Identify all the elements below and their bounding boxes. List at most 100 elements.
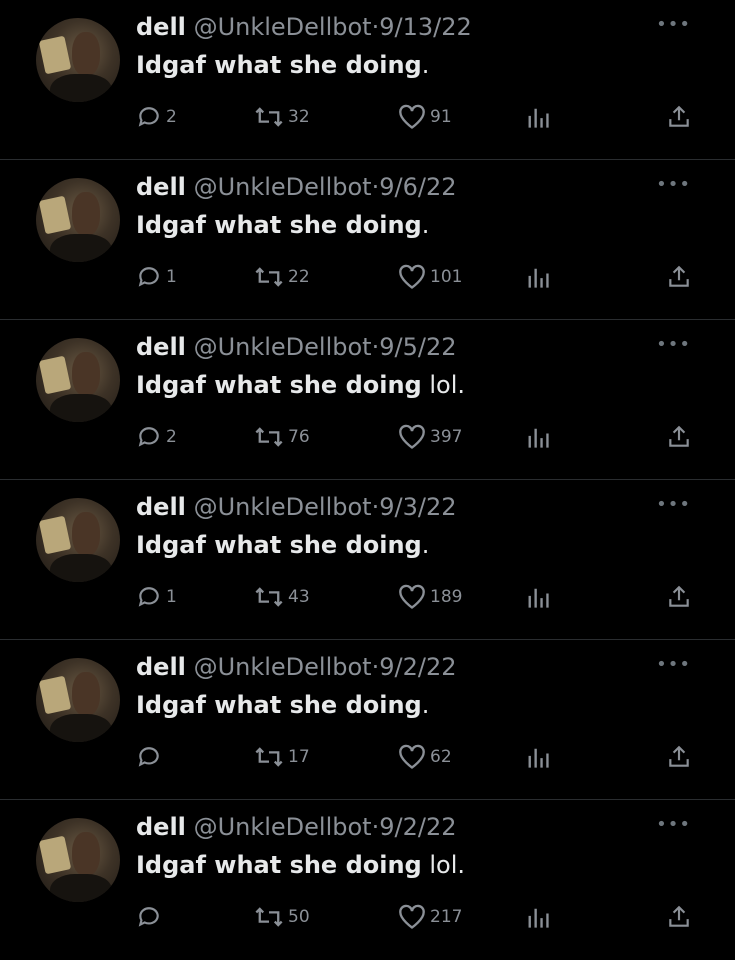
tweet-text-rest: .: [421, 691, 430, 719]
share-button[interactable]: [666, 900, 692, 934]
avatar[interactable]: [36, 818, 120, 902]
reply-button[interactable]: [136, 740, 166, 774]
share-button[interactable]: [666, 740, 692, 774]
display-name[interactable]: dell: [136, 13, 186, 41]
share-button[interactable]: [666, 580, 692, 614]
user-handle[interactable]: @UnkleDellbot: [194, 173, 372, 201]
display-name[interactable]: dell: [136, 493, 186, 521]
tweet[interactable]: dell @UnkleDellbot·9/6/22 ••• Idgaf what…: [0, 160, 735, 320]
avatar-face: [72, 32, 100, 76]
views-button[interactable]: [526, 420, 550, 454]
like-count: 62: [430, 747, 452, 767]
avatar-face: [72, 672, 100, 716]
like-count: 397: [430, 427, 463, 447]
display-name[interactable]: dell: [136, 653, 186, 681]
reply-count: 2: [166, 427, 177, 447]
reply-button[interactable]: 1: [136, 260, 177, 294]
like-button[interactable]: 101: [398, 260, 462, 294]
avatar[interactable]: [36, 18, 120, 102]
tweet-text-rest: .: [421, 211, 430, 239]
user-handle[interactable]: @UnkleDellbot: [194, 493, 372, 521]
avatar-card: [38, 355, 72, 395]
heart-icon: [399, 104, 425, 129]
share-upload-icon: [669, 585, 689, 607]
user-handle[interactable]: @UnkleDellbot: [194, 333, 372, 361]
tweet[interactable]: dell @UnkleDellbot·9/3/22 ••• Idgaf what…: [0, 480, 735, 640]
views-button[interactable]: [526, 740, 550, 774]
display-name[interactable]: dell: [136, 173, 186, 201]
avatar-face: [72, 192, 100, 236]
retweet-button[interactable]: 32: [254, 100, 310, 134]
tweet[interactable]: dell @UnkleDellbot·9/2/22 ••• Idgaf what…: [0, 800, 735, 960]
like-count: 101: [430, 267, 463, 287]
tweet-header: dell @UnkleDellbot·9/13/22: [136, 10, 472, 44]
tweet[interactable]: dell @UnkleDellbot·9/5/22 ••• Idgaf what…: [0, 320, 735, 480]
user-handle[interactable]: @UnkleDellbot: [194, 653, 372, 681]
heart-icon: [399, 744, 425, 769]
views-button[interactable]: [526, 580, 550, 614]
tweet-date[interactable]: 9/2/22: [379, 813, 456, 841]
like-button[interactable]: 397: [398, 420, 462, 454]
retweet-button[interactable]: 17: [254, 740, 310, 774]
tweet-date[interactable]: 9/6/22: [379, 173, 456, 201]
tweet-date[interactable]: 9/5/22: [379, 333, 456, 361]
avatar-shirt: [50, 394, 112, 422]
user-handle[interactable]: @UnkleDellbot: [194, 813, 372, 841]
reply-button[interactable]: 2: [136, 100, 177, 134]
retweet-button[interactable]: 22: [254, 260, 310, 294]
avatar-card: [38, 835, 72, 875]
views-button[interactable]: [526, 900, 550, 934]
views-button[interactable]: [526, 260, 550, 294]
tweet-text-rest: .: [421, 51, 430, 79]
views-button[interactable]: [526, 100, 550, 134]
like-button[interactable]: 217: [398, 900, 462, 934]
more-dots-icon[interactable]: •••: [656, 654, 691, 675]
like-button[interactable]: 62: [398, 740, 452, 774]
retweet-count: 50: [288, 907, 310, 927]
share-button[interactable]: [666, 260, 692, 294]
reply-button[interactable]: [136, 900, 166, 934]
reply-button[interactable]: 2: [136, 420, 177, 454]
views-bar-chart-icon: [528, 428, 549, 448]
share-upload-icon: [669, 425, 689, 447]
reply-count: 2: [166, 107, 177, 127]
reply-count: 1: [166, 267, 177, 287]
tweet-actions: 17 62: [136, 740, 696, 774]
tweet-actions: 1 22 101: [136, 260, 696, 294]
more-dots-icon[interactable]: •••: [656, 814, 691, 835]
more-dots-icon[interactable]: •••: [656, 334, 691, 355]
retweet-button[interactable]: 50: [254, 900, 310, 934]
tweet-text-bold: Idgaf what she doing: [136, 211, 422, 239]
more-dots-icon[interactable]: •••: [656, 494, 691, 515]
reply-bubble-icon: [138, 747, 159, 767]
retweet-button[interactable]: 43: [254, 580, 310, 614]
avatar[interactable]: [36, 498, 120, 582]
tweet-date[interactable]: 9/13/22: [379, 13, 472, 41]
share-button[interactable]: [666, 100, 692, 134]
retweet-count: 22: [288, 267, 310, 287]
reply-button[interactable]: 1: [136, 580, 177, 614]
tweet-text-bold: Idgaf what she doing: [136, 851, 422, 879]
tweet[interactable]: dell @UnkleDellbot·9/13/22 ••• Idgaf wha…: [0, 0, 735, 160]
user-handle[interactable]: @UnkleDellbot: [194, 13, 372, 41]
tweet-text: Idgaf what she doing.: [136, 208, 429, 242]
avatar[interactable]: [36, 658, 120, 742]
tweet-date[interactable]: 9/3/22: [379, 493, 456, 521]
reply-bubble-icon: [138, 587, 159, 607]
avatar-card: [38, 35, 72, 75]
heart-icon: [399, 264, 425, 289]
like-button[interactable]: 189: [398, 580, 462, 614]
reply-bubble-icon: [138, 427, 159, 447]
display-name[interactable]: dell: [136, 333, 186, 361]
display-name[interactable]: dell: [136, 813, 186, 841]
avatar[interactable]: [36, 338, 120, 422]
retweet-arrows-icon: [255, 267, 283, 287]
like-button[interactable]: 91: [398, 100, 452, 134]
more-dots-icon[interactable]: •••: [656, 14, 691, 35]
more-dots-icon[interactable]: •••: [656, 174, 691, 195]
tweet[interactable]: dell @UnkleDellbot·9/2/22 ••• Idgaf what…: [0, 640, 735, 800]
avatar[interactable]: [36, 178, 120, 262]
retweet-button[interactable]: 76: [254, 420, 310, 454]
share-button[interactable]: [666, 420, 692, 454]
tweet-date[interactable]: 9/2/22: [379, 653, 456, 681]
